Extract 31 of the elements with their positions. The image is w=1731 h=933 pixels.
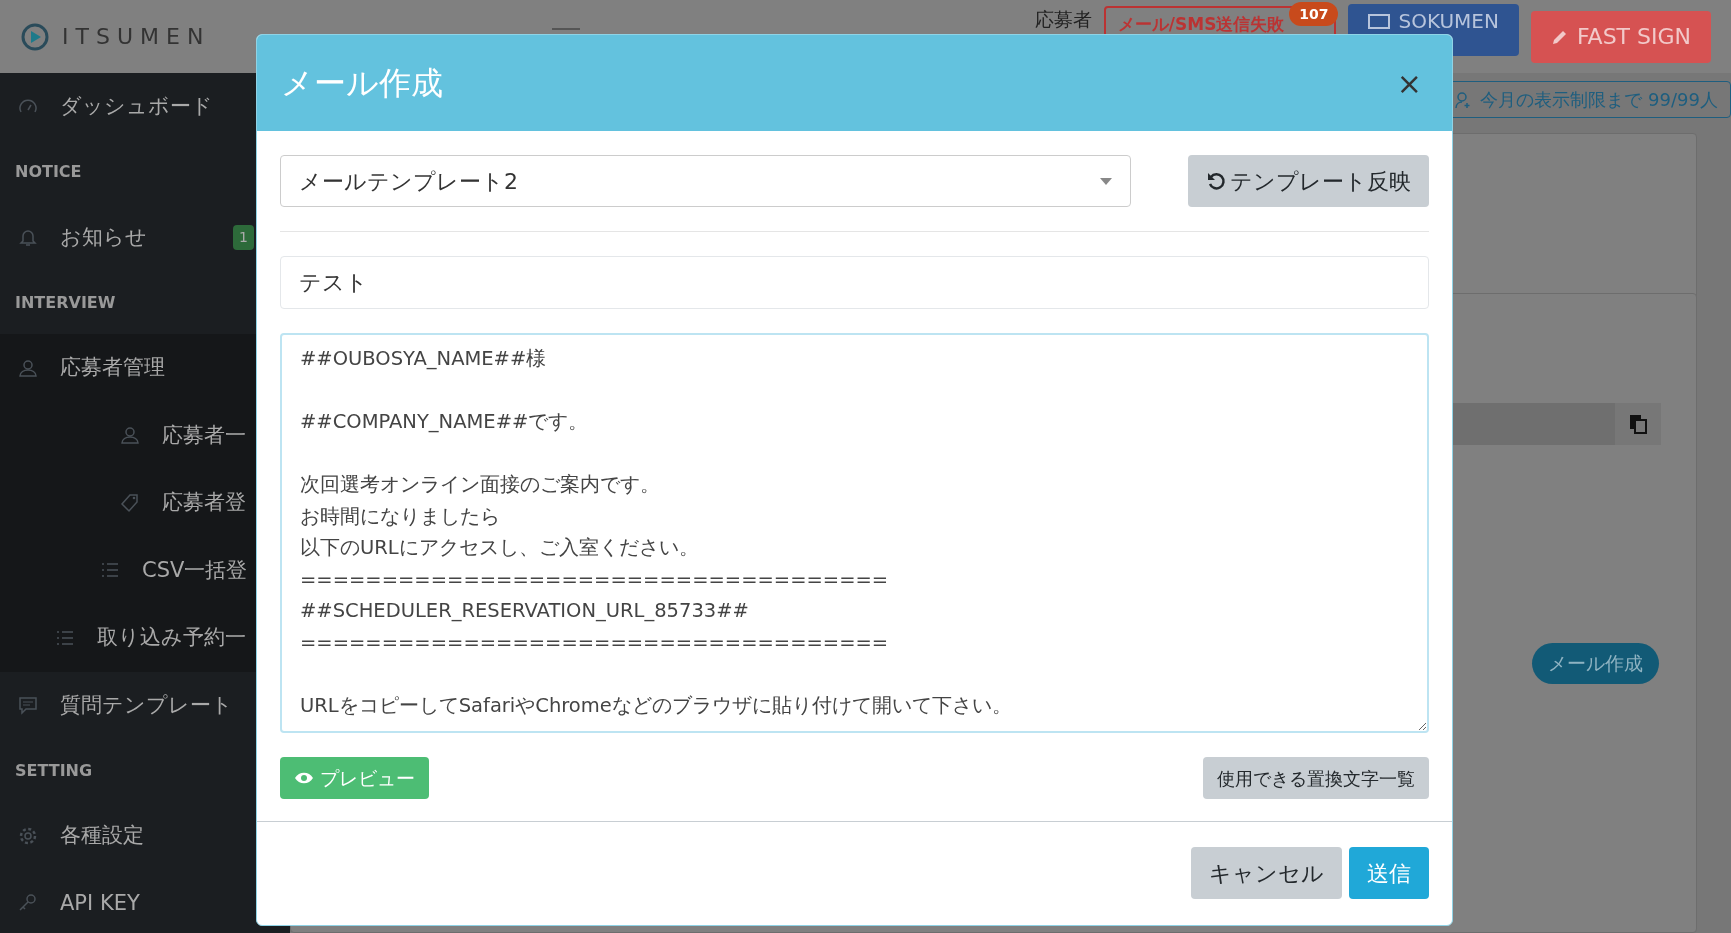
apply-template-button[interactable]: テンプレート反映 <box>1188 155 1429 207</box>
text-line: ##COMPANY_NAME##です。 <box>300 409 589 435</box>
text-line: ==================================== <box>300 629 889 656</box>
sidebar-item[interactable]: CSV一括登 <box>0 536 290 604</box>
template-select[interactable]: メールテンプレート2 <box>280 155 1131 207</box>
logo-text: ITSUMEN <box>62 23 211 51</box>
text-line: URLをコピーしてSafariやChromeなどのブラウザに貼り付けて開いて下さい。 <box>300 692 1012 719</box>
sidebar-item[interactable]: 質問テンプレート <box>0 671 290 739</box>
section-heading: INTERVIEW <box>14 291 117 314</box>
text-line: ##OUBOSYA_NAME##様 <box>300 346 547 372</box>
sidebar-item[interactable]: 応募者管理 <box>0 334 290 402</box>
sidebar-item[interactable]: 応募者登 <box>0 469 290 537</box>
section-heading: SETTING <box>14 759 94 782</box>
cancel-button[interactable]: キャンセル <box>1191 847 1342 899</box>
sidebar-item[interactable]: API KEY <box>0 869 290 933</box>
close-button[interactable]: × <box>1390 59 1428 107</box>
text-line: ##SCHEDULER_RESERVATION_URL_85733## <box>300 598 749 624</box>
subject-field[interactable]: テスト <box>280 256 1429 309</box>
sidebar-item[interactable]: 各種設定 <box>0 802 290 870</box>
count-badge: 107 <box>1289 2 1339 26</box>
count-badge: 1 <box>233 224 254 250</box>
variables-button[interactable]: 使用できる置換文字一覧 <box>1203 757 1429 799</box>
user-label: 応募者 <box>1034 8 1092 30</box>
text-line: ==================================== <box>300 566 889 593</box>
text-line: 次回選考オンライン面接のご案内です。 <box>300 472 660 498</box>
text-line: お時間になりましたら <box>300 503 500 530</box>
text-line: 以下のURLにアクセスし、ご入室ください。 <box>300 535 699 561</box>
sidebar-item[interactable]: 取り込み予約一 <box>0 604 290 672</box>
section-heading: NOTICE <box>14 161 83 183</box>
dialog-title: メール作成 <box>281 63 443 104</box>
sidebar-item[interactable]: 応募者一 <box>0 401 290 469</box>
